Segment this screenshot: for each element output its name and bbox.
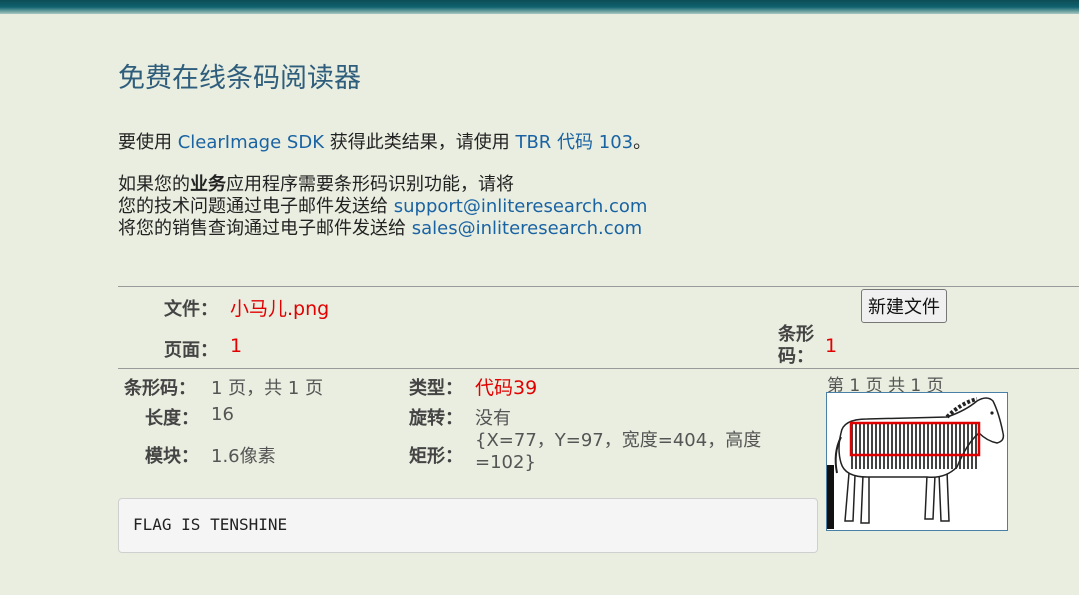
support-text: 您的技术问题通过电子邮件发送给 (118, 196, 394, 217)
barcode-label: 条形码： (124, 378, 196, 399)
barcode-value: 1 页，共 1 页 (211, 378, 324, 399)
zebra-thumbnail[interactable] (826, 392, 1008, 531)
module-value: 1.6像素 (211, 446, 276, 467)
decoded-text: FLAG IS TENSHINE (133, 515, 288, 534)
sales-text: 将您的销售查询通过电子邮件发送给 (118, 218, 412, 239)
rect-label: 矩形： (409, 446, 463, 467)
business-paragraph: 如果您的业务应用程序需要条形码识别功能，请将 您的技术问题通过电子邮件发送给 s… (118, 174, 647, 240)
length-value: 16 (211, 404, 234, 425)
intro-suffix: 。 (633, 132, 652, 153)
rect-value: {X=77，Y=97，宽度=404，高度=102} (475, 430, 762, 473)
business-line-3: 将您的销售查询通过电子邮件发送给 sales@inliteresearch.co… (118, 218, 647, 240)
page-label: 页面： (164, 340, 218, 361)
new-file-button[interactable]: 新建文件 (861, 289, 947, 323)
business-line-1-b: 应用程序需要条形码识别功能，请将 (226, 174, 514, 195)
rotation-label: 旋转： (409, 408, 463, 429)
file-label: 文件： (164, 299, 218, 320)
zebra-image (827, 393, 1007, 530)
intro-paragraph: 要使用 ClearImage SDK 获得此类结果，请使用 TBR 代码 103… (118, 128, 651, 154)
barcode-count-label: 条形码： (778, 324, 814, 367)
sales-email-link[interactable]: sales@inliteresearch.com (412, 218, 642, 239)
intro-prefix: 要使用 (118, 132, 178, 153)
rotation-value: 没有 (475, 408, 511, 429)
page-title: 免费在线条码阅读器 (118, 63, 361, 94)
clearimage-sdk-link[interactable]: ClearImage SDK (178, 132, 324, 153)
divider-top (118, 286, 1079, 287)
business-bold-word: 业务 (190, 174, 226, 195)
divider-bottom (118, 368, 1079, 369)
barcode-count-value: 1 (825, 335, 838, 357)
business-line-1-a: 如果您的 (118, 174, 190, 195)
support-email-link[interactable]: support@inliteresearch.com (394, 196, 648, 217)
intro-middle: 获得此类结果，请使用 (324, 132, 516, 153)
page-value: 1 (230, 335, 243, 357)
file-name: 小马儿.png (230, 298, 330, 320)
tbr-code-link[interactable]: TBR 代码 103 (515, 132, 633, 153)
module-label: 模块： (145, 446, 199, 467)
business-line-2: 您的技术问题通过电子邮件发送给 support@inliteresearch.c… (118, 196, 647, 218)
decoded-text-box: FLAG IS TENSHINE (118, 498, 818, 553)
business-line-1: 如果您的业务应用程序需要条形码识别功能，请将 (118, 174, 647, 196)
type-label: 类型： (409, 378, 463, 399)
length-label: 长度： (145, 408, 199, 429)
type-value: 代码39 (475, 377, 538, 399)
top-banner (0, 0, 1079, 14)
